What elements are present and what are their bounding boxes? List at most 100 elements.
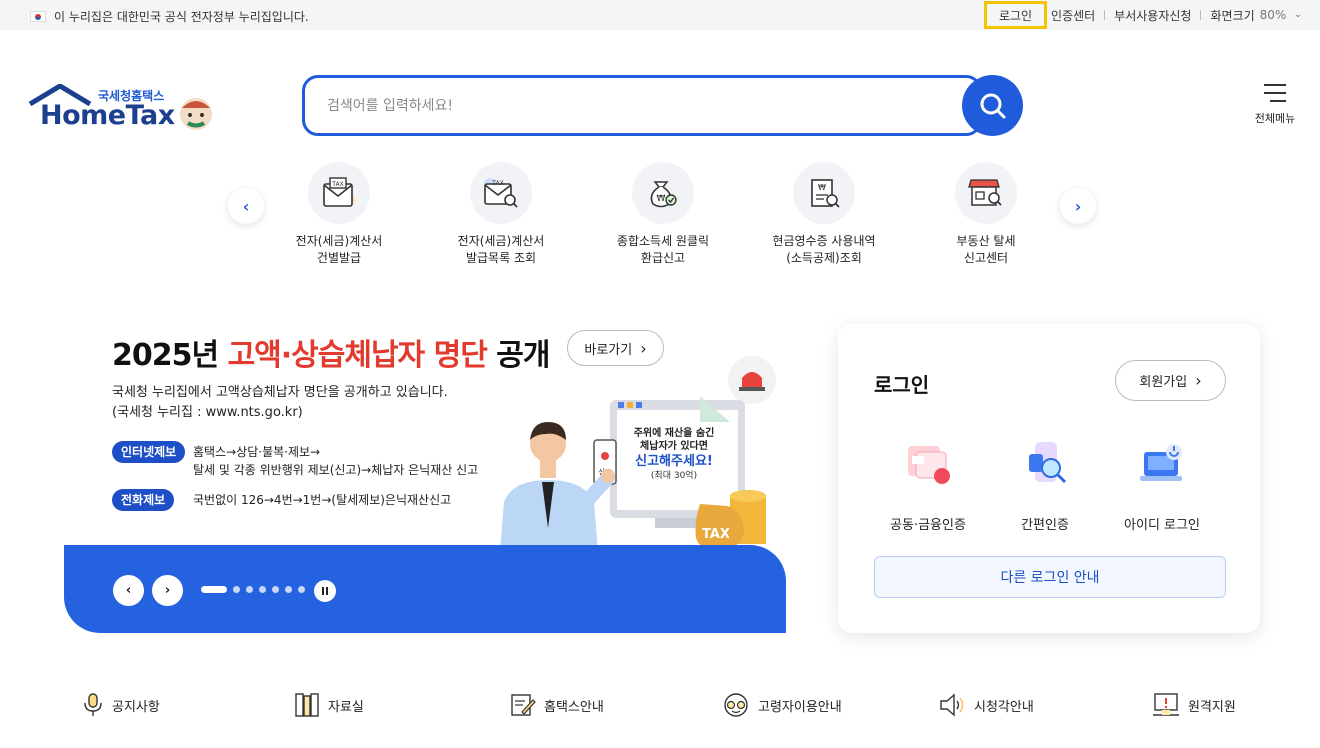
banner-title[interactable]: 2025년 고액·상습체납자 명단 공개 (112, 330, 550, 374)
all-menu-label: 전체메뉴 (1254, 112, 1296, 125)
zoom-value[interactable]: 80% (1260, 8, 1287, 22)
slide-prev-button[interactable]: ‹ (113, 575, 144, 606)
login-card: 로그인 회원가입 › 공동·금융인증 간편인증 아이디 로그인 다른 로그인 안… (838, 324, 1260, 633)
remote-support-link[interactable]: 원격지원 (1152, 692, 1236, 718)
top-utility-bar: 이 누리집은 대한민국 공식 전자정부 누리집입니다. 로그인 인증센터 부서사… (0, 0, 1320, 30)
senior-guide-link[interactable]: 고령자이용안내 (722, 692, 842, 718)
cert-login-option[interactable]: 공동·금융인증 (873, 440, 983, 533)
remote-support-monitor-icon (1153, 693, 1179, 716)
quick-menu-label: 현금영수증 사용내역 (772, 234, 876, 248)
hometax-logo[interactable]: 국세청홈택스 HomeTax (28, 84, 218, 136)
remote-support-label: 원격지원 (1188, 699, 1236, 715)
id-login-label: 아이디 로그인 (1124, 518, 1200, 533)
hometax-guide-link[interactable]: 홈택스안내 (510, 692, 604, 718)
hometax-guide-label: 홈택스안내 (544, 699, 604, 715)
quick-menu-label: 발급목록 조회 (465, 251, 537, 265)
screen-line-3: 신고해주세요! (635, 453, 713, 469)
notice-label: 공지사항 (112, 699, 160, 715)
speaker-icon (940, 693, 964, 717)
screen-line-1: 주위에 재산을 숨긴 (634, 426, 715, 439)
dept-apply-link[interactable]: 부서사용자신청 (1114, 7, 1191, 24)
slide-dot-active[interactable] (201, 586, 227, 593)
quick-menu-label: 전자(세금)계산서 (295, 234, 383, 248)
join-label: 회원가입 (1139, 375, 1188, 390)
banner-desc-line: (국세청 누리집 : www.nts.go.kr) (112, 405, 303, 420)
slide-dot[interactable] (233, 586, 240, 593)
other-login-guide-button[interactable]: 다른 로그인 안내 (874, 556, 1226, 598)
search-box (302, 75, 982, 136)
banner-description: 국세청 누리집에서 고액상습체납자 명단을 공개하고 있습니다. (국세청 누리… (112, 383, 448, 423)
quick-menu-item[interactable]: ₩ 현금영수증 사용내역 (소득공제)조회 (754, 162, 894, 267)
svg-text:₩: ₩ (657, 194, 666, 204)
audiovisual-guide-link[interactable]: 시청각안내 (938, 692, 1034, 718)
banner-title-year: 2025년 (112, 338, 219, 373)
top-login-link[interactable]: 로그인 (984, 1, 1047, 29)
receipt-search-icon: ₩ (793, 162, 855, 224)
simple-login-option[interactable]: 간편인증 (990, 440, 1100, 533)
phone-report-tag: 전화제보 (112, 489, 175, 511)
slide-dot[interactable] (298, 586, 305, 593)
id-login-laptop-icon (1140, 444, 1182, 481)
banner-illustration: 주위에 재산을 숨긴 체납자가 있다면 신고해주세요! (최대 30억) 신고 … (500, 356, 776, 552)
notice-link[interactable]: 공지사항 (82, 692, 160, 718)
simple-auth-icon (1029, 442, 1067, 484)
document-edit-icon (511, 694, 536, 716)
divider (1104, 10, 1106, 20)
slide-dot[interactable] (259, 586, 266, 593)
chevron-right-icon: › (1195, 371, 1202, 390)
gov-notice[interactable]: 이 누리집은 대한민국 공식 전자정부 누리집입니다. (30, 8, 309, 25)
gov-notice-text: 이 누리집은 대한민국 공식 전자정부 누리집입니다. (54, 10, 309, 24)
quick-menu-label: 신고센터 (963, 251, 1009, 265)
senior-face-icon (724, 693, 748, 717)
all-menu-button[interactable]: 전체메뉴 (1252, 84, 1298, 126)
slide-indicators (201, 586, 305, 593)
korea-flag-icon (30, 11, 46, 22)
quick-menu-label: 종합소득세 원클릭 (616, 234, 710, 248)
slide-dot[interactable] (285, 586, 292, 593)
join-button[interactable]: 회원가입 › (1115, 360, 1226, 401)
microphone-icon (84, 693, 102, 716)
quick-menu-label: 환급신고 (640, 251, 686, 265)
tax-invoice-icon: TAX (308, 162, 370, 224)
slide-dot[interactable] (272, 586, 279, 593)
svg-text:TAX: TAX (491, 180, 503, 187)
slide-dot[interactable] (246, 586, 253, 593)
cert-login-label: 공동·금융인증 (890, 518, 966, 533)
quick-menu-next-button[interactable]: › (1060, 188, 1096, 224)
utility-links: 로그인 인증센터 부서사용자신청 화면크기 80% ⌄ (984, 0, 1302, 30)
login-card-title: 로그인 (874, 373, 930, 397)
search-input[interactable] (327, 94, 927, 118)
archive-icon (295, 693, 319, 717)
money-bag-refund-icon: ₩ (632, 162, 694, 224)
logo-title: HomeTax (40, 100, 175, 131)
invoice-search-icon: TAX (470, 162, 532, 224)
senior-guide-label: 고령자이용안내 (758, 699, 842, 715)
simple-login-label: 간편인증 (1021, 518, 1069, 533)
search-icon (980, 93, 1005, 118)
search-button[interactable] (962, 75, 1023, 136)
pause-icon (322, 587, 324, 595)
internet-report-tag: 인터넷제보 (112, 441, 186, 463)
banner-title-highlight: 고액·상습체납자 명단 (227, 338, 488, 373)
quick-menu-label: 전자(세금)계산서 (457, 234, 545, 248)
id-login-option[interactable]: 아이디 로그인 (1107, 440, 1217, 533)
internet-report-text: 홈택스→상담·불복·제보→ 탈세 및 각종 위반행위 제보(신고)→체납자 은닉… (193, 443, 478, 479)
quick-menu-prev-button[interactable]: ‹ (228, 188, 264, 224)
phone-report-text: 국번없이 126→4번→1번→(탈세제보)은닉재산신고 (193, 493, 452, 507)
chevron-down-icon[interactable]: ⌄ (1294, 10, 1302, 20)
quick-menu-item[interactable]: ₩ 종합소득세 원클릭 환급신고 (593, 162, 733, 267)
audiovisual-guide-label: 시청각안내 (974, 699, 1034, 715)
slide-next-button[interactable]: › (152, 575, 183, 606)
mascot-icon (180, 98, 212, 130)
zoom-label[interactable]: 화면크기 (1210, 7, 1254, 24)
cert-center-link[interactable]: 인증센터 (1051, 7, 1095, 24)
slide-pause-button[interactable] (314, 580, 336, 602)
quick-menu-item[interactable]: 부동산 탈세 신고센터 (916, 162, 1056, 267)
hamburger-icon (1264, 84, 1286, 102)
quick-menu-label: 건별발급 (316, 251, 362, 265)
svg-text:TAX: TAX (331, 181, 343, 188)
quick-menu-item[interactable]: TAX 전자(세금)계산서 발급목록 조회 (431, 162, 571, 267)
quick-menu-item[interactable]: TAX 전자(세금)계산서 건별발급 (269, 162, 409, 267)
archive-link[interactable]: 자료실 (294, 692, 364, 718)
internet-report-line: 홈택스→상담·불복·제보→ (193, 445, 321, 459)
